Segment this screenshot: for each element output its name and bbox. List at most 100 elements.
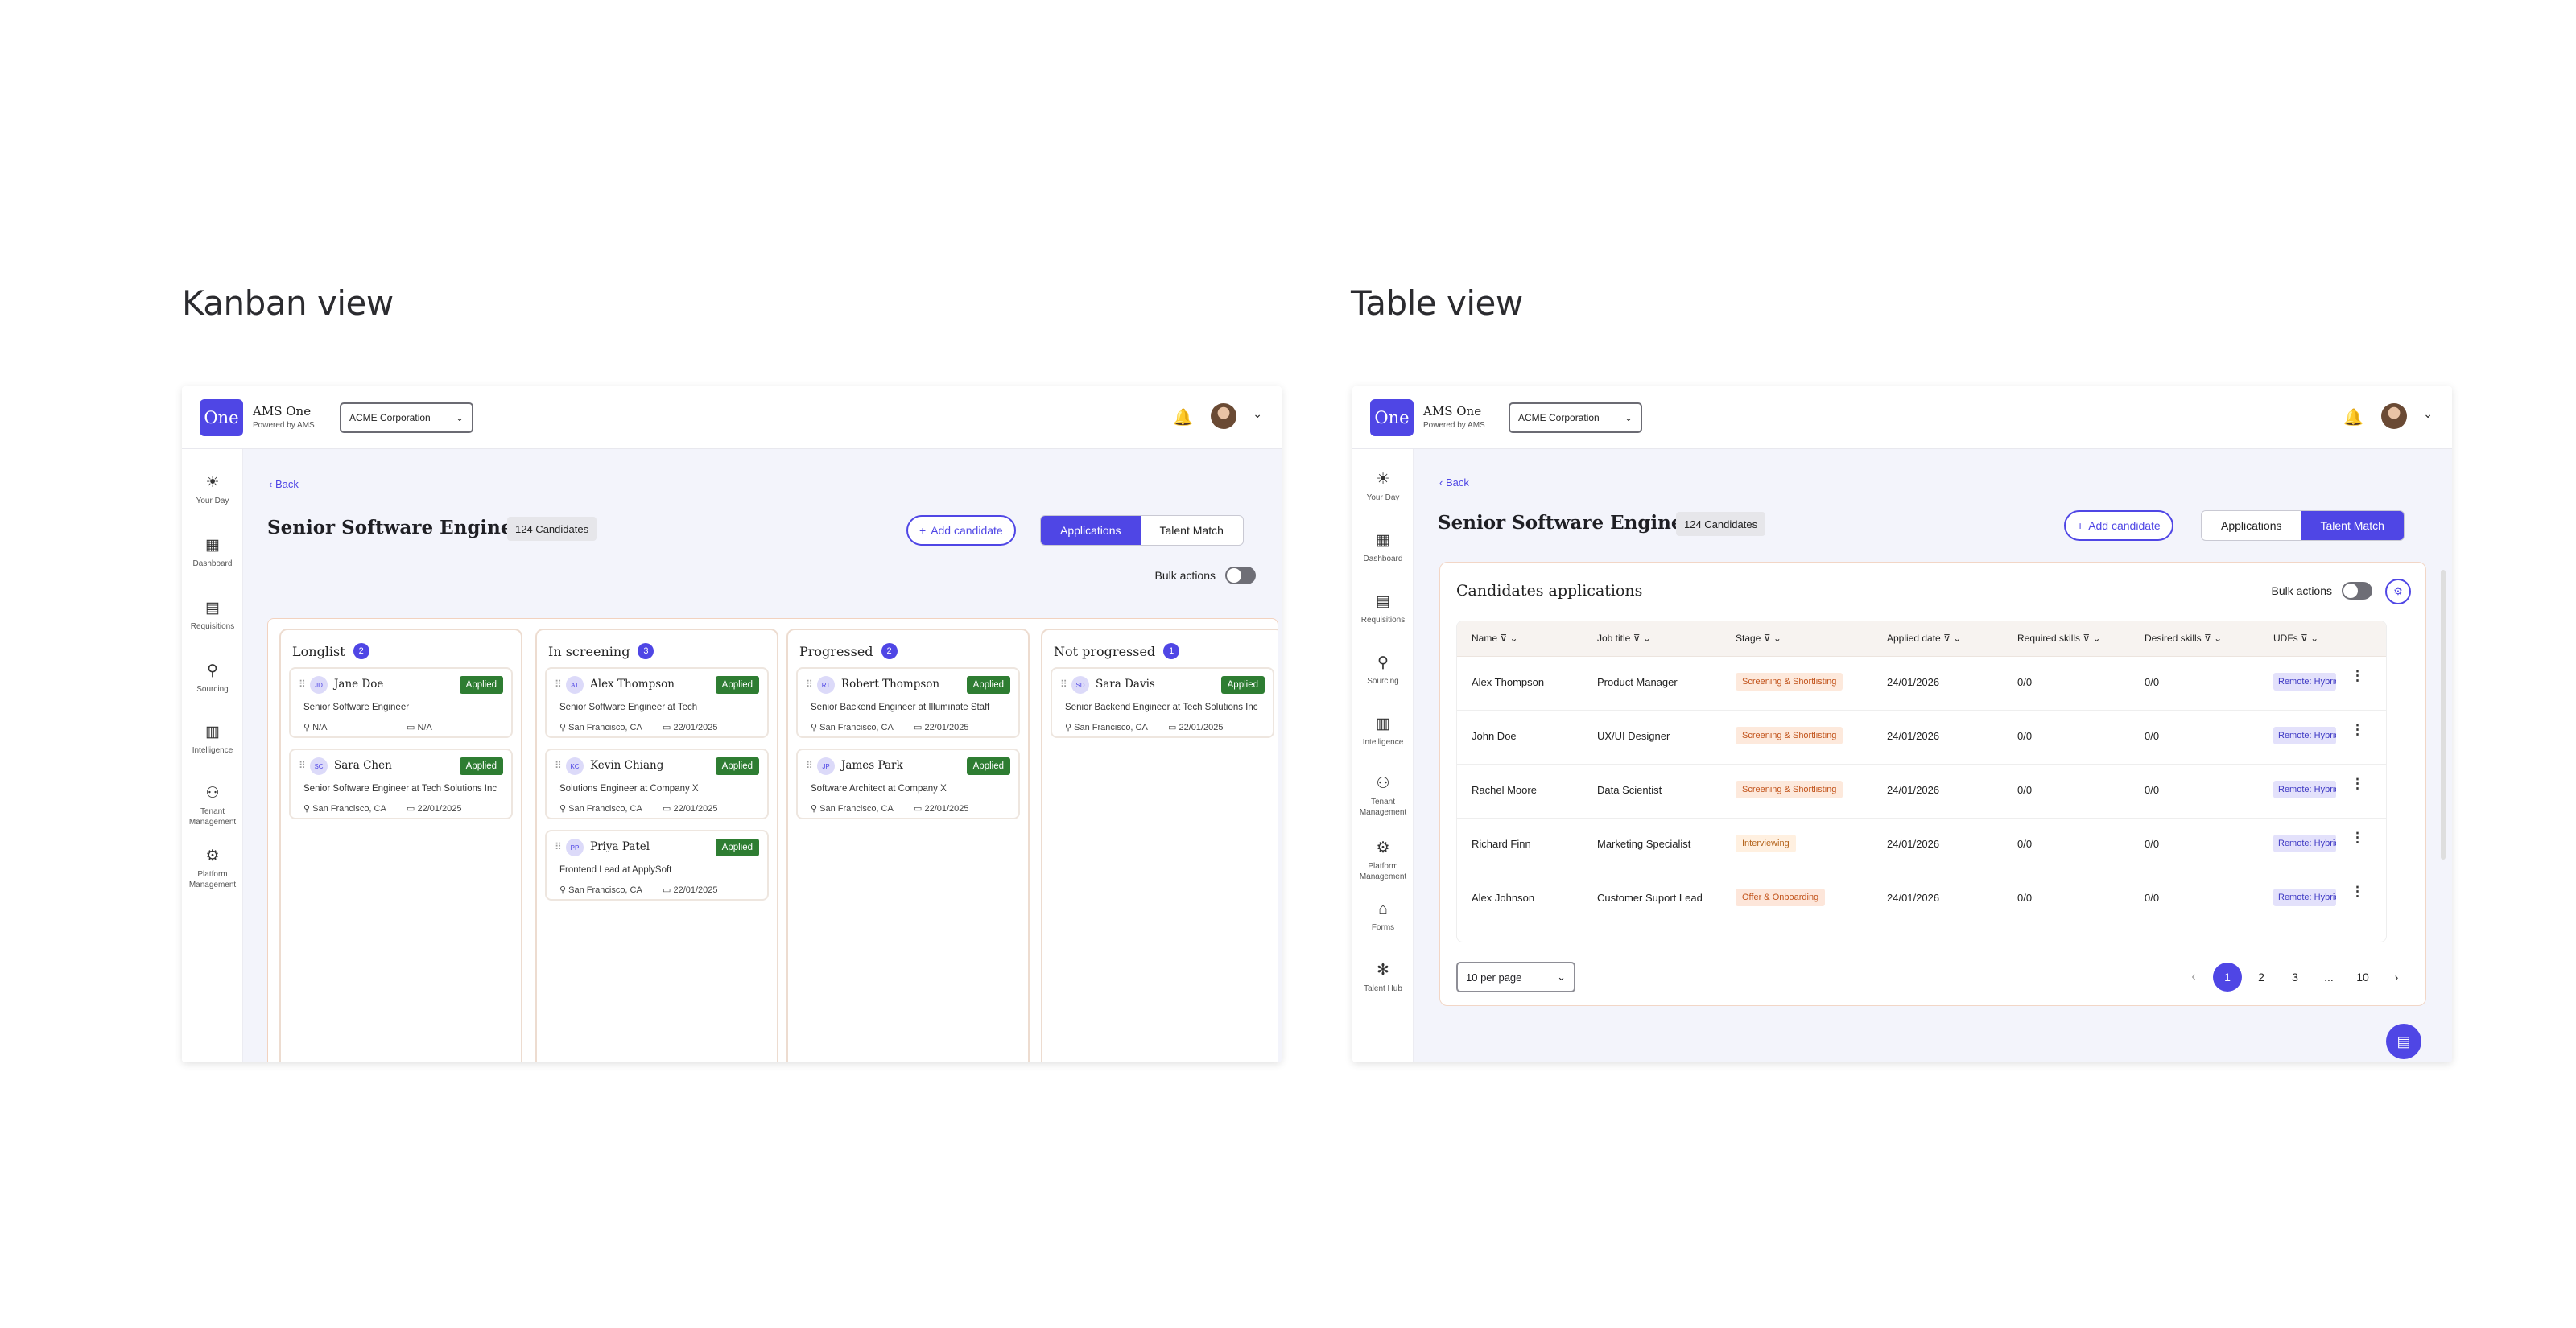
chevron-right-icon[interactable]: ›	[2382, 963, 2411, 992]
kebab-menu-icon[interactable]: ⋮	[2351, 776, 2364, 792]
candidate-card[interactable]: ⠿ KC Kevin Chiang Applied Solutions Engineer…	[545, 749, 769, 819]
bulk-actions-toggle[interactable]	[2342, 582, 2372, 600]
drag-handle-icon[interactable]: ⠿	[555, 760, 562, 771]
chevron-down-icon[interactable]: ⌄	[1253, 407, 1262, 421]
chevron-down-icon[interactable]: ⌄	[2423, 407, 2433, 421]
column-header-desired-skills[interactable]: Desired skills ⊽ ⌄	[2145, 633, 2222, 644]
page-button-4[interactable]: 10	[2348, 963, 2377, 992]
nav-item-your-day[interactable]: ☀ Your Day	[1352, 470, 1414, 503]
chat-icon[interactable]: ▤	[2386, 1024, 2421, 1059]
avatar: AT	[566, 676, 584, 694]
chevron-down-icon[interactable]: ⌄	[2308, 633, 2318, 644]
bell-icon[interactable]: 🔔	[1173, 407, 1193, 427]
kebab-menu-icon[interactable]: ⋮	[2351, 722, 2364, 738]
nav-item-platform-management[interactable]: ⚙ Platform Management	[182, 847, 243, 890]
avatar[interactable]	[2381, 403, 2407, 429]
drag-handle-icon[interactable]: ⠿	[299, 678, 306, 690]
tab-talent-match[interactable]: Talent Match	[1141, 516, 1243, 545]
filter-icon[interactable]: ⊽	[1630, 633, 1641, 644]
kebab-menu-icon[interactable]: ⋮	[2351, 830, 2364, 846]
page-button-2[interactable]: 3	[2281, 963, 2310, 992]
nav-item-intelligence[interactable]: ▥ Intelligence	[1352, 715, 1414, 748]
nav-item-requisitions[interactable]: ▤ Requisitions	[182, 599, 243, 632]
drag-handle-icon[interactable]: ⠿	[555, 841, 562, 852]
filter-icon[interactable]: ⊽	[2202, 633, 2211, 644]
candidate-card[interactable]: ⠿ PP Priya Patel Applied Frontend Lead at Ap…	[545, 830, 769, 901]
location-pin-icon: ⚲	[559, 885, 569, 895]
filter-icon[interactable]: ⊽	[1497, 633, 1507, 644]
table-row[interactable]: Richard Finn Marketing Specialist Intervie…	[1457, 819, 2386, 872]
kebab-menu-icon[interactable]: ⋮	[2351, 668, 2364, 684]
scrollbar[interactable]	[2441, 570, 2446, 860]
candidate-card[interactable]: ⠿ JD Jane Doe Applied Senior Software Engine…	[289, 667, 513, 738]
nav-item-forms[interactable]: ⌂ Forms	[1352, 900, 1414, 933]
filter-icon[interactable]: ⊽	[2080, 633, 2090, 644]
column-header-name[interactable]: Name ⊽ ⌄	[1472, 633, 1518, 644]
chevron-down-icon[interactable]: ⌄	[1507, 633, 1517, 644]
nav-item-dashboard[interactable]: ▦ Dashboard	[1352, 531, 1414, 564]
table-row[interactable]: Alex Johnson Customer Suport Lead Offer & …	[1457, 872, 2386, 926]
filter-icon[interactable]: ⊽	[1761, 633, 1771, 644]
filter-icon[interactable]: ⊽	[1941, 633, 1951, 644]
settings-icon[interactable]: ⚙	[2385, 579, 2411, 604]
chevron-down-icon[interactable]: ⌄	[1640, 633, 1651, 644]
table-row[interactable]: Rachel Moore Data Scientist Screening & Sh…	[1457, 765, 2386, 819]
column-header-udfs[interactable]: UDFs ⊽ ⌄	[2273, 633, 2318, 644]
filter-icon[interactable]: ⊽	[2298, 633, 2308, 644]
app-logo[interactable]: One	[200, 399, 243, 436]
app-logo[interactable]: One	[1370, 399, 1414, 436]
candidate-card[interactable]: ⠿ JP James Park Applied Software Architect a…	[796, 749, 1020, 819]
candidate-card[interactable]: ⠿ SD Sara Davis Applied Senior Backend Engin…	[1051, 667, 1274, 738]
nav-item-intelligence[interactable]: ▥ Intelligence	[182, 723, 243, 756]
column-header-applied-date[interactable]: Applied date ⊽ ⌄	[1887, 633, 1961, 644]
tab-applications[interactable]: Applications	[2202, 511, 2301, 540]
tab-talent-match[interactable]: Talent Match	[2301, 511, 2404, 540]
chevron-down-icon[interactable]: ⌄	[2211, 633, 2222, 644]
candidate-card[interactable]: ⠿ AT Alex Thompson Applied Senior Software E…	[545, 667, 769, 738]
back-link[interactable]: ‹ Back	[269, 478, 299, 490]
add-candidate-button[interactable]: + Add candidate	[906, 515, 1016, 546]
column-header-job-title[interactable]: Job title ⊽ ⌄	[1597, 633, 1651, 644]
table-row[interactable]: John Doe UX/UI Designer Screening & Shortl…	[1457, 711, 2386, 765]
nav-item-sourcing[interactable]: ⚲ Sourcing	[1352, 654, 1414, 687]
org-selector[interactable]: ACME Corporation ⌄	[340, 402, 473, 433]
drag-handle-icon[interactable]: ⠿	[806, 760, 813, 771]
your-day-icon: ☀	[205, 474, 220, 491]
add-candidate-button[interactable]: + Add candidate	[2064, 510, 2174, 541]
drag-handle-icon[interactable]: ⠿	[1060, 678, 1067, 690]
drag-handle-icon[interactable]: ⠿	[555, 678, 562, 690]
status-badge: Applied	[459, 676, 503, 694]
bulk-actions-toggle[interactable]	[1225, 567, 1256, 584]
cell-applied-date: 24/01/2026	[1887, 784, 1940, 796]
chevron-left-icon[interactable]: ‹	[2179, 963, 2208, 992]
nav-item-dashboard[interactable]: ▦ Dashboard	[182, 536, 243, 569]
chevron-down-icon[interactable]: ⌄	[2090, 633, 2100, 644]
tab-applications[interactable]: Applications	[1041, 516, 1141, 545]
chevron-down-icon: ⌄	[1557, 971, 1566, 983]
column-header-stage[interactable]: Stage ⊽ ⌄	[1736, 633, 1781, 644]
page-button-0[interactable]: 1	[2213, 963, 2242, 992]
table-row[interactable]: Alex Thompson Product Manager Screening & …	[1457, 657, 2386, 711]
bell-icon[interactable]: 🔔	[2343, 407, 2363, 427]
nav-item-sourcing[interactable]: ⚲ Sourcing	[182, 662, 243, 695]
chevron-down-icon[interactable]: ⌄	[1951, 633, 1961, 644]
column-header-required-skills[interactable]: Required skills ⊽ ⌄	[2017, 633, 2101, 644]
drag-handle-icon[interactable]: ⠿	[806, 678, 813, 690]
candidate-card[interactable]: ⠿ RT Robert Thompson Applied Senior Backend …	[796, 667, 1020, 738]
nav-item-your-day[interactable]: ☀ Your Day	[182, 473, 243, 506]
back-link[interactable]: ‹ Back	[1439, 476, 1469, 489]
drag-handle-icon[interactable]: ⠿	[299, 760, 306, 771]
avatar[interactable]	[1211, 403, 1236, 429]
avatar: RT	[817, 676, 835, 694]
nav-item-platform-management[interactable]: ⚙ Platform Management	[1352, 839, 1414, 882]
page-button-1[interactable]: 2	[2247, 963, 2276, 992]
chevron-down-icon[interactable]: ⌄	[1770, 633, 1781, 644]
per-page-select[interactable]: 10 per page ⌄	[1456, 962, 1575, 992]
candidate-card[interactable]: ⠿ SC Sara Chen Applied Senior Software Engin…	[289, 749, 513, 819]
org-selector[interactable]: ACME Corporation ⌄	[1509, 402, 1642, 433]
nav-item-requisitions[interactable]: ▤ Requisitions	[1352, 592, 1414, 625]
nav-item-talent-hub[interactable]: ✻ Talent Hub	[1352, 961, 1414, 994]
nav-item-tenant-management[interactable]: ⚇ Tenant Management	[182, 784, 243, 827]
kebab-menu-icon[interactable]: ⋮	[2351, 884, 2364, 900]
nav-item-tenant-management[interactable]: ⚇ Tenant Management	[1352, 774, 1414, 818]
